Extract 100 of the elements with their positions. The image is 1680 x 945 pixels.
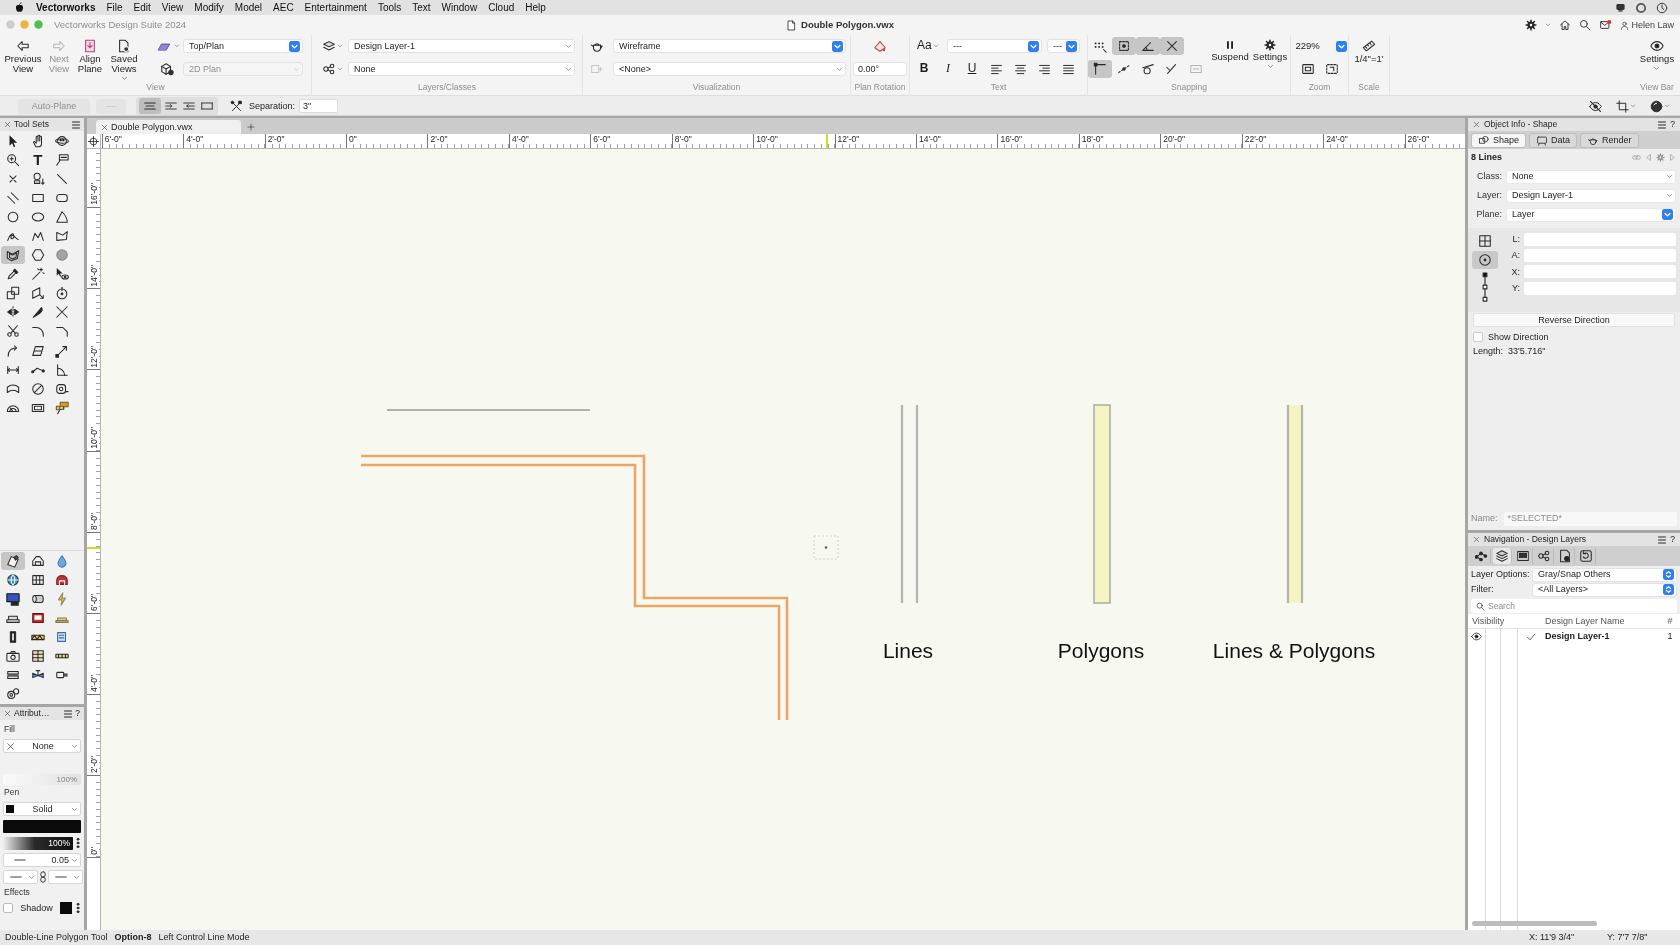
snap-settings-button[interactable]: Settings: [1250, 35, 1290, 81]
hexagon-icon[interactable]: [30, 248, 45, 263]
shadow-color-swatch[interactable]: [60, 902, 72, 914]
parallelogram-icon[interactable]: [30, 343, 45, 358]
align-left-icon[interactable]: [989, 62, 1003, 76]
line-weight-dropdown[interactable]: 0.05: [3, 853, 81, 867]
display-icon[interactable]: [1615, 2, 1626, 13]
line-icon[interactable]: [55, 171, 70, 186]
menu-icon[interactable]: [72, 120, 80, 129]
menu-icon[interactable]: [1658, 120, 1667, 129]
font-size-dropdown[interactable]: ---: [1047, 39, 1080, 53]
coordinate-field[interactable]: [1524, 265, 1676, 279]
view-bar-settings-button[interactable]: Settings: [1639, 35, 1675, 81]
distance-snap-icon[interactable]: [1117, 62, 1131, 76]
home-icon[interactable]: [1559, 19, 1572, 31]
polygon-icon[interactable]: [55, 229, 70, 243]
drop-icon[interactable]: [55, 553, 70, 568]
menu-item[interactable]: Entertainment: [304, 1, 367, 14]
align-justify-icon[interactable]: [1061, 62, 1075, 76]
coordinate-field[interactable]: [1524, 248, 1676, 262]
coordinate-field[interactable]: [1524, 281, 1676, 295]
menu-icon[interactable]: [1658, 535, 1667, 544]
monitor-icon[interactable]: [6, 592, 21, 606]
menu-item[interactable]: File: [106, 1, 123, 14]
arc-band-icon[interactable]: [6, 381, 21, 396]
layer-name[interactable]: Design Layer-1: [1545, 631, 1660, 642]
crossed-tools-icon[interactable]: [230, 99, 243, 113]
cylinder-icon[interactable]: [30, 592, 45, 606]
tangent-snap-icon[interactable]: [1141, 62, 1155, 76]
orbit-icon[interactable]: [55, 133, 70, 148]
classes-icon[interactable]: [1535, 548, 1554, 564]
crop-icon[interactable]: [1616, 99, 1629, 113]
close-icon[interactable]: [4, 121, 11, 128]
double-line-polygon-icon[interactable]: [1, 246, 26, 265]
app-menu[interactable]: Vectorworks: [36, 1, 96, 14]
render-options-dropdown[interactable]: <None>: [613, 62, 846, 76]
close-icon[interactable]: [1473, 536, 1480, 543]
reverse-direction-button[interactable]: Reverse Direction: [1473, 313, 1675, 327]
filter-dropdown[interactable]: <All Layers>: [1532, 582, 1677, 597]
coordinate-field[interactable]: [1524, 232, 1676, 246]
target-icon[interactable]: [1472, 251, 1498, 269]
reshape-icon[interactable]: [30, 286, 45, 301]
menu-item[interactable]: Edit: [133, 1, 151, 14]
roof-frame-icon[interactable]: [30, 553, 45, 568]
refresh-page-icon[interactable]: [1577, 548, 1596, 564]
menu-item[interactable]: Model: [234, 1, 263, 14]
circle-icon[interactable]: [6, 209, 21, 224]
menu-icon[interactable]: [64, 709, 73, 718]
search-field[interactable]: Search: [1471, 599, 1677, 613]
gears-icon[interactable]: [6, 687, 21, 702]
italic-button[interactable]: I: [936, 61, 960, 77]
panel-tab[interactable]: Data: [1529, 132, 1578, 148]
chamfer-icon[interactable]: [55, 324, 70, 339]
sector-icon[interactable]: [55, 209, 70, 224]
pen-style-dropdown[interactable]: Solid: [3, 802, 81, 816]
dome-icon[interactable]: [55, 572, 70, 587]
line-mode-icon[interactable]: [163, 100, 179, 112]
scissors-icon[interactable]: [6, 324, 21, 339]
cabinet-icon[interactable]: [30, 649, 45, 664]
class-dropdown[interactable]: None: [348, 62, 575, 76]
menu-item[interactable]: Text: [412, 1, 431, 14]
corner-snap-icon[interactable]: [1088, 60, 1112, 78]
checkbox[interactable]: [1473, 332, 1483, 342]
magic-wand-icon[interactable]: [30, 267, 45, 282]
menu-item[interactable]: AEC: [273, 1, 294, 14]
saved-views-button[interactable]: Saved Views: [107, 35, 141, 81]
align-plane-button[interactable]: Align Plane: [75, 35, 105, 81]
menu-item[interactable]: View: [161, 1, 184, 14]
edge-snap-icon[interactable]: [1165, 62, 1179, 76]
help-button[interactable]: ?: [1670, 534, 1675, 545]
separation-field[interactable]: 3": [299, 99, 339, 113]
cross-icon[interactable]: [55, 305, 70, 320]
menu-item[interactable]: Cloud: [488, 1, 515, 14]
pen-opacity-field[interactable]: 100%: [3, 836, 73, 850]
line-mode-icon[interactable]: [139, 98, 161, 114]
align-center-icon[interactable]: [1013, 62, 1027, 76]
menu-item[interactable]: Tools: [377, 1, 402, 14]
zoom-dropdown[interactable]: 229%: [1292, 39, 1347, 53]
close-icon[interactable]: [4, 710, 11, 717]
menu-item[interactable]: Modify: [194, 1, 224, 14]
fillet-icon[interactable]: [30, 324, 45, 339]
previous-view-button[interactable]: Previous View: [3, 35, 43, 81]
magnifier-icon[interactable]: [6, 152, 21, 167]
camera-icon[interactable]: [6, 649, 21, 664]
text-tool[interactable]: T: [33, 152, 43, 167]
zoom-fit-icon[interactable]: [1300, 62, 1315, 76]
sheet-icon[interactable]: [1514, 548, 1533, 564]
help-button[interactable]: ?: [1670, 119, 1675, 130]
grid-dots-icon[interactable]: [1093, 39, 1107, 53]
paint-roller-icon[interactable]: [55, 400, 70, 415]
fill-style-dropdown[interactable]: None: [3, 739, 81, 753]
plus-icon[interactable]: [247, 123, 255, 131]
hand-icon[interactable]: [30, 133, 45, 148]
document-tab[interactable]: Double Polygon.vwx: [96, 120, 241, 134]
render-mode-dropdown[interactable]: Wireframe: [613, 39, 846, 53]
view-dropdown[interactable]: Top/Plan: [183, 39, 303, 53]
line-mode-icon[interactable]: [199, 100, 215, 112]
globe-icon[interactable]: [6, 572, 21, 587]
align-right-icon[interactable]: [1037, 62, 1051, 76]
bold-button[interactable]: B: [912, 61, 936, 77]
